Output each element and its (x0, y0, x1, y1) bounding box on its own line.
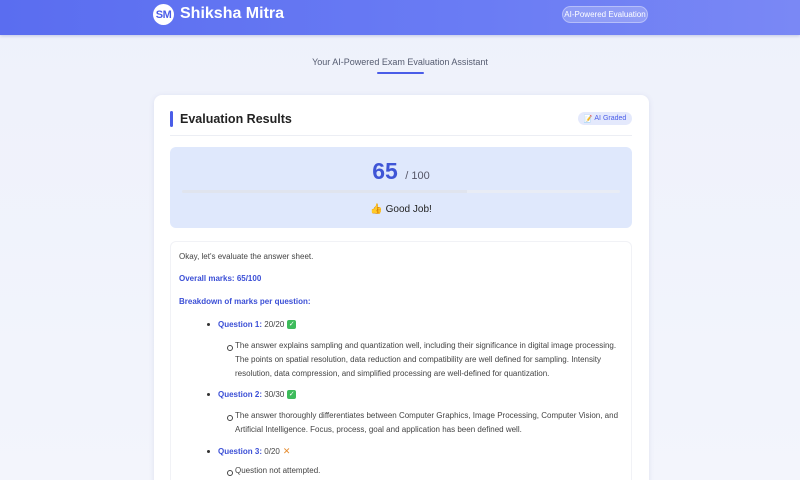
score-value: 65 (372, 158, 398, 184)
thumbs-up-icon: 👍 (370, 204, 383, 215)
question-label: Question 1: (218, 320, 263, 329)
bullet-icon (207, 450, 210, 453)
question-label: Question 2: (218, 390, 263, 399)
intro-text: Okay, let's evaluate the answer sheet. (179, 252, 314, 261)
brand-name[interactable]: Shiksha Mitra (180, 5, 284, 23)
bullet-icon (207, 323, 210, 326)
question-marks: 30/30 (264, 390, 285, 399)
top-header: SM Shiksha Mitra AI-Powered Evaluation (0, 0, 800, 35)
title-accent-bar (170, 111, 173, 127)
score-line: 65 / 100 (170, 158, 632, 185)
evaluation-results-card: Evaluation Results 📝 AI Graded 65 / 100 … (154, 95, 649, 480)
check-icon: ✓ (287, 390, 297, 399)
score-verdict: 👍 Good Job! (170, 204, 632, 215)
question-marks: 20/20 (264, 320, 285, 329)
question-item: Question 1: 20/20 ✓ (207, 320, 297, 329)
question-label: Question 3: (218, 447, 263, 456)
score-total: / 100 (405, 170, 430, 182)
question-marks: 0/20 (264, 447, 280, 456)
overall-marks: Overall marks: 65/100 (179, 274, 262, 283)
sub-bullet-icon (227, 345, 233, 351)
subtitle-underline (377, 72, 424, 74)
page-subtitle: Your AI-Powered Exam Evaluation Assistan… (312, 57, 488, 67)
score-progress-fill (182, 190, 467, 193)
ai-graded-badge: 📝 AI Graded (578, 112, 632, 125)
check-icon: ✓ (287, 320, 297, 329)
score-progress-track (182, 190, 620, 193)
pencil-icon: 📝 (583, 115, 593, 123)
question-item: Question 3: 0/20 ✕ (207, 446, 290, 457)
question-comment: The answer thoroughly differentiates bet… (235, 411, 619, 434)
bullet-icon (207, 393, 210, 396)
ai-graded-label: AI Graded (594, 115, 627, 122)
card-divider (170, 135, 632, 136)
sub-bullet-icon (227, 470, 233, 476)
card-title: Evaluation Results (180, 112, 292, 126)
question-comment: Question not attempted. (235, 466, 321, 475)
cross-icon: ✕ (282, 446, 291, 456)
verdict-text: Good Job! (385, 204, 432, 215)
sub-bullet-icon (227, 415, 233, 421)
question-comment: The answer explains sampling and quantiz… (235, 341, 617, 378)
breakdown-heading: Breakdown of marks per question: (179, 297, 311, 306)
evaluation-content: Okay, let's evaluate the answer sheet. O… (170, 241, 632, 480)
logo-badge: SM (153, 4, 174, 25)
ai-evaluation-badge: AI-Powered Evaluation (562, 6, 648, 23)
question-item: Question 2: 30/30 ✓ (207, 390, 297, 399)
score-panel: 65 / 100 👍 Good Job! (170, 147, 632, 228)
